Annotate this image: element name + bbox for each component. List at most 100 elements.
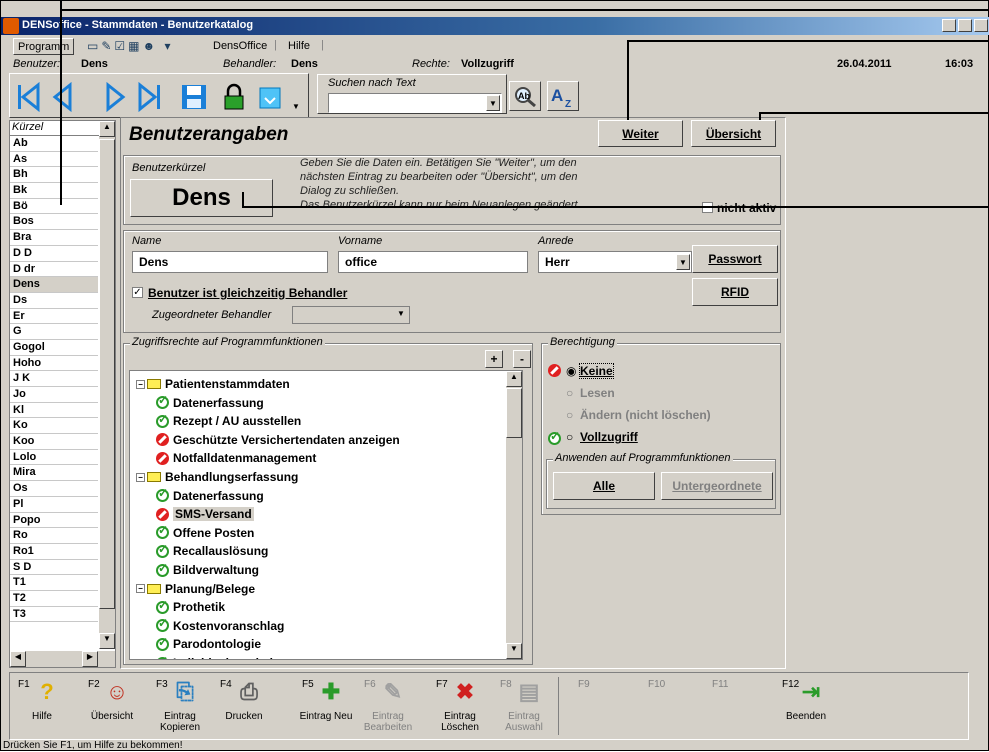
- fkey-f7-button[interactable]: F7 ✖ Eintrag Löschen: [430, 673, 490, 739]
- fkey-f1-button[interactable]: F1? Hilfe: [12, 673, 72, 739]
- untergeordnete-button[interactable]: Untergeordnete: [661, 472, 773, 500]
- kurzel-list-item[interactable]: As: [10, 152, 98, 168]
- lesen-radio[interactable]: ○: [566, 386, 573, 400]
- minimize-button[interactable]: [942, 19, 956, 32]
- tree-item-node[interactable]: Individualprophylaxe: [156, 654, 293, 659]
- kurzel-list-item[interactable]: Koo: [10, 434, 98, 450]
- tree-item-node[interactable]: Datenerfassung: [156, 486, 264, 505]
- tree-folder-node[interactable]: − Planung/Belege: [136, 580, 255, 598]
- kurzel-list-item[interactable]: Pl: [10, 497, 98, 513]
- kurzel-list-item[interactable]: D dr: [10, 262, 98, 278]
- fkey-f3-button[interactable]: F3 ⎘ Eintrag Kopieren: [150, 673, 210, 739]
- fkey-f11-button[interactable]: F11: [706, 673, 766, 739]
- fkey-f9-button[interactable]: F9: [572, 673, 632, 739]
- tree-item-node[interactable]: Parodontologie: [156, 635, 261, 653]
- fkey-f2-button[interactable]: F2 ☺ Übersicht: [82, 673, 142, 739]
- behandler-checkbox[interactable]: ✓: [132, 287, 143, 298]
- scroll-down-arrow[interactable]: ▼: [99, 633, 115, 649]
- kurzel-list-item[interactable]: Kl: [10, 403, 98, 419]
- kurzel-list-item[interactable]: Lolo: [10, 450, 98, 466]
- keine-radio[interactable]: ◉: [566, 364, 576, 378]
- kurzel-list-item[interactable]: T3: [10, 607, 98, 623]
- aendern-radio[interactable]: ○: [566, 408, 573, 422]
- kurzel-list-item[interactable]: Dens: [10, 277, 98, 293]
- first-record-button[interactable]: [12, 80, 44, 114]
- tree-scrollbar[interactable]: ▲ ▼: [506, 371, 522, 659]
- last-record-button[interactable]: [134, 80, 166, 114]
- uebersicht-button[interactable]: Übersicht: [691, 120, 776, 147]
- export-button[interactable]: [254, 80, 286, 114]
- tree-item-node[interactable]: Bildverwaltung: [156, 561, 259, 579]
- kurzel-list-item[interactable]: Bk: [10, 183, 98, 199]
- search-input[interactable]: ▼: [328, 93, 502, 113]
- kurzel-list-item[interactable]: Er: [10, 309, 98, 325]
- fkey-f5-button[interactable]: F5 ✚ Eintrag Neu: [296, 673, 356, 739]
- vollzugriff-radio[interactable]: ○: [566, 430, 573, 444]
- scroll-thumb[interactable]: [99, 139, 115, 609]
- kurzel-list-item[interactable]: G: [10, 324, 98, 340]
- tree-item-node[interactable]: Prothetik: [156, 598, 225, 616]
- collapse-icon[interactable]: −: [136, 472, 145, 482]
- kurzel-list-item[interactable]: Gogol: [10, 340, 98, 356]
- kurzel-hscrollbar[interactable]: ◀ ▶: [10, 651, 115, 667]
- kurzel-list-item[interactable]: Jo: [10, 387, 98, 403]
- kurzel-list-item[interactable]: S D: [10, 560, 98, 576]
- collapse-icon[interactable]: −: [136, 584, 145, 594]
- passwort-button[interactable]: Passwort: [692, 245, 778, 273]
- fkey-f12-button[interactable]: F12 ⇥ Beenden: [776, 673, 836, 739]
- fkey-f10-button[interactable]: F10: [642, 673, 702, 739]
- fkey-f8-button[interactable]: F8 ▤ Eintrag Auswahl: [494, 673, 554, 739]
- weiter-button[interactable]: Weiter: [598, 120, 683, 147]
- sort-button[interactable]: AZ: [547, 81, 579, 111]
- maximize-button[interactable]: [958, 19, 972, 32]
- kurzel-list-item[interactable]: Os: [10, 481, 98, 497]
- tree-item-node[interactable]: Offene Posten: [156, 523, 254, 542]
- anrede-select[interactable]: Herr ▼: [538, 251, 692, 273]
- tree-item-node[interactable]: Kostenvoranschlag: [156, 616, 284, 635]
- tree-folder-node[interactable]: − Behandlungserfassung: [136, 468, 298, 486]
- collapse-all-button[interactable]: -: [513, 350, 531, 368]
- kurzel-list-item[interactable]: Ko: [10, 418, 98, 435]
- tree-item-node[interactable]: Geschützte Versichertendaten anzeigen: [156, 431, 400, 449]
- previous-record-button[interactable]: [46, 80, 78, 114]
- tree-folder-node[interactable]: − Patientenstammdaten: [136, 375, 290, 393]
- kurzel-list-item[interactable]: Bö: [10, 199, 98, 215]
- save-button[interactable]: [178, 80, 210, 114]
- fkey-f6-button[interactable]: F6 ✎ Eintrag Bearbeiten: [358, 673, 418, 739]
- scroll-up-arrow[interactable]: ▲: [99, 121, 115, 137]
- kurzel-list-item[interactable]: J K: [10, 371, 98, 387]
- alle-button[interactable]: Alle: [553, 472, 655, 500]
- scroll-left-arrow[interactable]: ◀: [10, 651, 26, 667]
- close-button[interactable]: [974, 19, 988, 32]
- menu-hilfe[interactable]: Hilfe: [284, 38, 314, 55]
- zugeordnet-select[interactable]: ▼: [292, 306, 410, 324]
- name-field[interactable]: Dens: [132, 251, 328, 273]
- scroll-down-arrow[interactable]: ▼: [506, 643, 522, 659]
- tree-item-node[interactable]: Rezept / AU ausstellen: [156, 412, 301, 430]
- chevron-down-icon[interactable]: ▼: [676, 254, 690, 270]
- kurzel-scrollbar[interactable]: ▲ ▼: [99, 121, 115, 649]
- chevron-down-icon[interactable]: ▼: [486, 95, 500, 111]
- menu-densoffice[interactable]: DensOffice: [209, 38, 271, 55]
- fkey-f4-button[interactable]: F4 ⎙ Drucken: [214, 673, 274, 739]
- kurzel-list-item[interactable]: Hoho: [10, 356, 98, 372]
- menu-programm[interactable]: Programm: [13, 38, 75, 55]
- kurzel-list-item[interactable]: T2: [10, 591, 98, 607]
- kurzel-list-item[interactable]: Ab: [10, 136, 98, 152]
- tree-item-node[interactable]: Datenerfassung: [156, 393, 264, 412]
- scroll-thumb[interactable]: [506, 388, 522, 438]
- expand-all-button[interactable]: +: [485, 350, 503, 368]
- tree-item-node[interactable]: Recallauslösung: [156, 542, 268, 560]
- kurzel-list-item[interactable]: Ro1: [10, 544, 98, 560]
- toolbar-more-arrow[interactable]: ▼: [292, 102, 300, 111]
- scroll-up-arrow[interactable]: ▲: [506, 371, 522, 387]
- kurzel-list-item[interactable]: D D: [10, 246, 98, 262]
- tree-item-node[interactable]: SMS-Versand: [156, 505, 254, 523]
- kurzel-list-item[interactable]: T1: [10, 575, 98, 591]
- collapse-icon[interactable]: −: [136, 379, 145, 389]
- kurzel-list-item[interactable]: Ro: [10, 528, 98, 544]
- search-button[interactable]: Ab: [509, 81, 541, 111]
- chevron-down-icon[interactable]: ▼: [394, 307, 408, 321]
- rfid-button[interactable]: RFID: [692, 278, 778, 306]
- kurzel-list-item[interactable]: Bos: [10, 214, 98, 231]
